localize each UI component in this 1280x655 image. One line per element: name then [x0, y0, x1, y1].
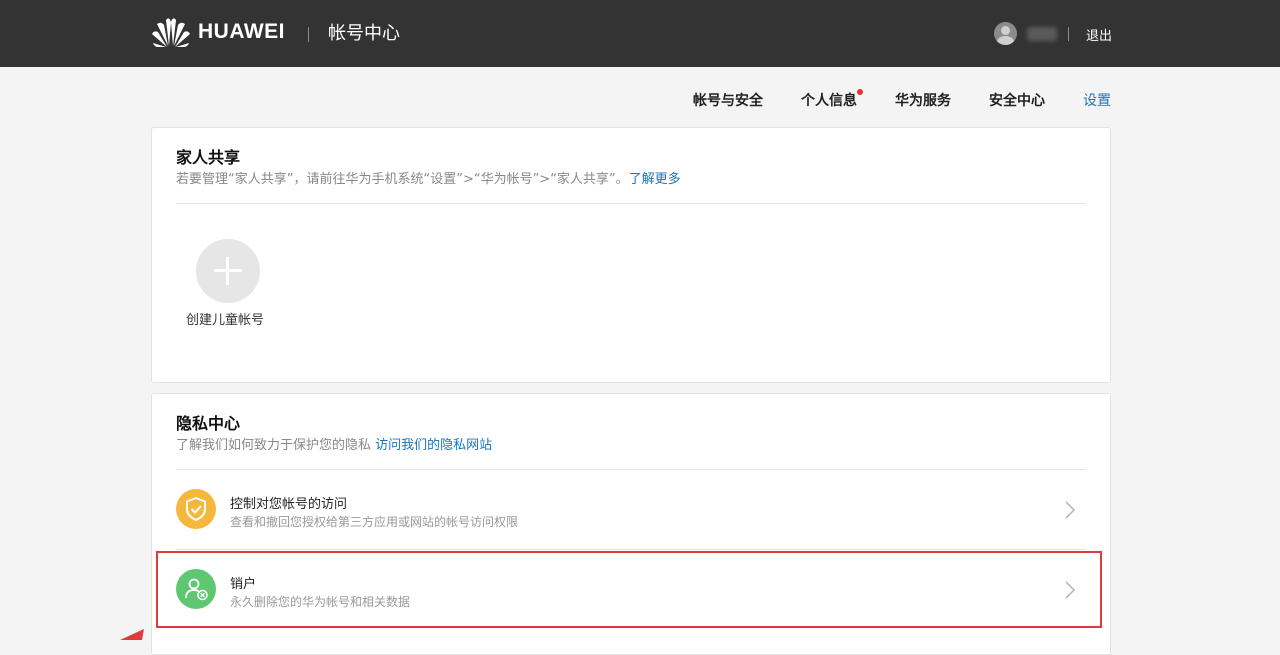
red-arrow-icon: [120, 629, 144, 640]
list-item-account-access[interactable]: 控制对您帐号的访问 查看和撤回您授权给第三方应用或网站的帐号访问权限: [176, 470, 1086, 548]
chevron-right-icon: [1065, 501, 1076, 519]
privacy-center-title: 隐私中心: [176, 414, 241, 433]
row-title: 控制对您帐号的访问: [230, 497, 348, 512]
add-child-account-button[interactable]: [196, 239, 260, 303]
divider: [176, 203, 1086, 204]
family-sharing-title: 家人共享: [176, 148, 241, 167]
username-redacted: [1027, 26, 1057, 41]
nav-item-account-security[interactable]: 帐号与安全: [693, 90, 763, 110]
logout-link[interactable]: 退出: [1086, 25, 1112, 44]
family-sharing-desc-text: 若要管理“家人共享”，请前往华为手机系统“设置”>“华为帐号”>“家人共享”。: [176, 172, 629, 187]
shield-check-icon: [176, 489, 216, 529]
huawei-petal-icon: [152, 18, 190, 47]
user-menu: 退出: [994, 22, 1112, 45]
top-nav: 帐号与安全 个人信息 华为服务 安全中心 设置: [0, 89, 1280, 110]
family-sharing-card: 家人共享 若要管理“家人共享”，请前往华为手机系统“设置”>“华为帐号”>“家人…: [151, 127, 1111, 383]
notification-dot: [857, 89, 863, 95]
avatar[interactable]: [994, 22, 1017, 45]
privacy-desc-text: 了解我们如何致力于保护您的隐私: [176, 438, 372, 453]
brand-name: HUAWEI: [198, 19, 285, 43]
learn-more-link[interactable]: 了解更多: [629, 172, 681, 187]
nav-item-label: 个人信息: [801, 93, 857, 109]
privacy-center-desc: 了解我们如何致力于保护您的隐私 访问我们的隐私网站: [176, 434, 492, 453]
highlight-box: [156, 551, 1102, 628]
user-divider: [1068, 27, 1069, 41]
nav-item-personal-info[interactable]: 个人信息: [801, 89, 863, 110]
privacy-site-link[interactable]: 访问我们的隐私网站: [375, 438, 492, 453]
top-bar: HUAWEI 帐号中心 退出: [0, 0, 1280, 67]
family-sharing-desc: 若要管理“家人共享”，请前往华为手机系统“设置”>“华为帐号”>“家人共享”。了…: [176, 168, 681, 187]
add-child-account-label[interactable]: 创建儿童帐号: [186, 309, 264, 328]
header-divider: [308, 27, 309, 42]
nav-item-security-center[interactable]: 安全中心: [989, 90, 1045, 110]
nav-item-huawei-services[interactable]: 华为服务: [895, 90, 951, 110]
app-title: 帐号中心: [328, 23, 400, 44]
row-subtitle: 查看和撤回您授权给第三方应用或网站的帐号访问权限: [230, 515, 519, 529]
huawei-logo[interactable]: HUAWEI: [151, 16, 285, 47]
nav-item-settings[interactable]: 设置: [1083, 90, 1111, 110]
